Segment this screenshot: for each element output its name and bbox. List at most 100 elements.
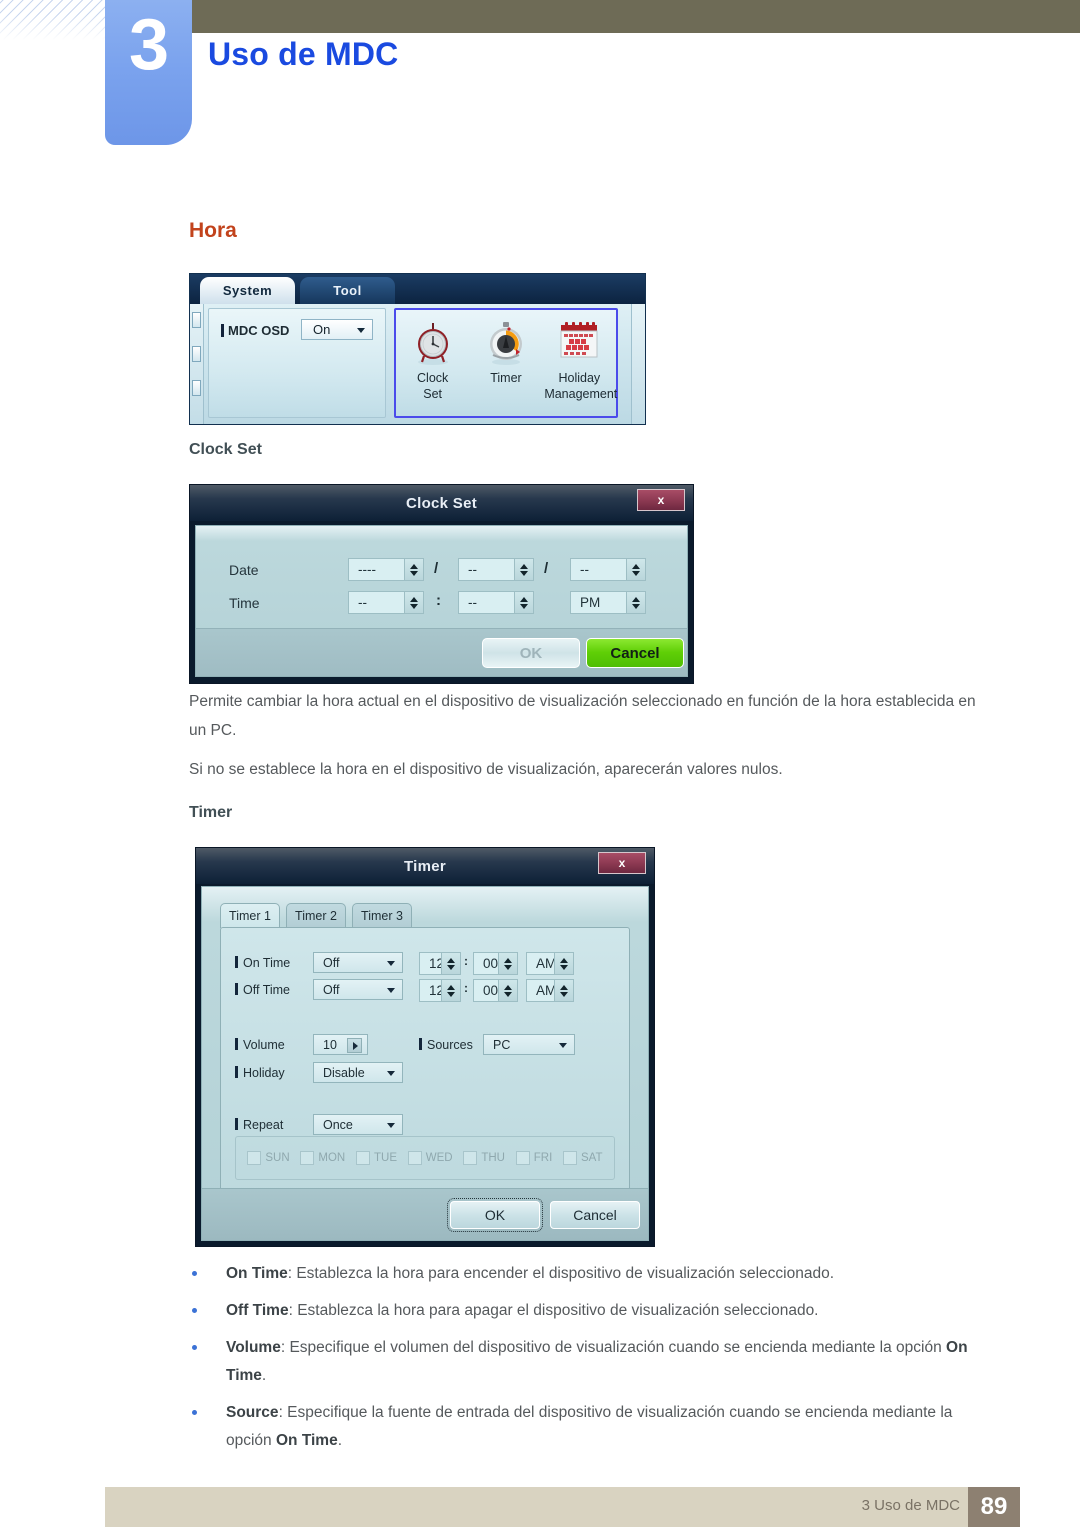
spinner-arrows-icon[interactable] — [441, 953, 460, 974]
tab-timer-2[interactable]: Timer 2 — [286, 903, 346, 928]
checkbox-box[interactable] — [300, 1151, 315, 1165]
chapter-number: 3 — [128, 5, 169, 85]
checkbox-tue[interactable]: TUE — [356, 1151, 397, 1165]
date-year-spinner[interactable]: ---- — [348, 558, 424, 581]
time-meridiem-spinner[interactable]: PM — [570, 591, 646, 614]
bullet-text: : Establezca la hora para apagar el disp… — [288, 1302, 819, 1319]
page-header: 3 Uso de MDC — [0, 0, 1080, 145]
checkbox-box[interactable] — [563, 1151, 578, 1165]
holiday-label: Holiday — [235, 1066, 285, 1080]
close-icon[interactable]: x — [598, 852, 646, 874]
ribbon-right-strip — [631, 304, 645, 424]
checkbox-sun[interactable]: SUN — [247, 1151, 290, 1165]
timer-ok-button[interactable]: OK — [447, 1198, 543, 1232]
checkbox-mon[interactable]: MON — [300, 1151, 345, 1165]
bullet-list: On Time: Establezca la hora para encende… — [189, 1260, 989, 1464]
ribbon-group-time: Clock Set Timer Holiday Management — [394, 308, 618, 418]
spinner-arrows-icon[interactable] — [626, 559, 645, 580]
checkbox-thu[interactable]: THU — [463, 1151, 505, 1165]
spinner-arrows-icon[interactable] — [498, 980, 517, 1001]
chevron-down-icon — [387, 1123, 395, 1128]
off-time-mode-combo[interactable]: Off — [313, 979, 403, 1000]
close-icon[interactable]: x — [637, 489, 685, 511]
spinner-arrows-icon[interactable] — [514, 592, 533, 613]
spinner-arrows-icon[interactable] — [626, 592, 645, 613]
chevron-right-icon[interactable] — [347, 1038, 362, 1053]
timer-cancel-button[interactable]: Cancel — [550, 1201, 640, 1229]
tab-timer-3[interactable]: Timer 3 — [352, 903, 412, 928]
checkbox-box[interactable] — [247, 1151, 262, 1165]
holiday-caption-line1: Holiday — [558, 371, 601, 385]
on-time-minute-spinner[interactable]: 00 — [473, 952, 518, 975]
off-time-meridiem-spinner[interactable]: AM — [526, 979, 574, 1002]
checkbox-wed[interactable]: WED — [407, 1151, 453, 1165]
spinner-arrows-icon[interactable] — [404, 559, 423, 580]
calendar-icon — [544, 317, 614, 369]
holiday-caption-line2: Management — [544, 387, 618, 401]
list-item: Off Time: Establezca la hora para apagar… — [189, 1297, 989, 1325]
spinner-arrows-icon[interactable] — [441, 980, 460, 1001]
footer-chapter-text: 3 Uso de MDC — [861, 1497, 960, 1514]
list-item: Source: Especifique la fuente de entrada… — [189, 1399, 989, 1455]
bullet-dot-icon — [192, 1271, 197, 1276]
date-month-spinner[interactable]: -- — [458, 558, 534, 581]
clock-icon — [398, 317, 468, 369]
mdc-osd-label: MDC OSD — [221, 323, 289, 338]
weekday-checkbox-group: SUN MON TUE WED THU FRI SAT — [235, 1136, 615, 1180]
off-time-separator: : — [464, 981, 468, 995]
bullet-term: Volume — [226, 1339, 281, 1356]
ribbon-button-holiday-management[interactable]: Holiday Management — [544, 317, 618, 401]
timer-dialog: Timer x Timer 1 Timer 2 Timer 3 On Time … — [195, 847, 655, 1247]
chevron-down-icon — [559, 1043, 567, 1048]
ribbon-button-clock-set[interactable]: Clock Set — [398, 317, 468, 401]
ribbon-button-timer[interactable]: Timer — [471, 317, 541, 385]
off-time-hour-spinner[interactable]: 12 — [419, 979, 461, 1002]
date-day-spinner[interactable]: -- — [570, 558, 646, 581]
sources-combo[interactable]: PC — [483, 1034, 575, 1055]
holiday-combo[interactable]: Disable — [313, 1062, 403, 1083]
checkbox-fri[interactable]: FRI — [515, 1151, 552, 1165]
on-time-hour-spinner[interactable]: 12 — [419, 952, 461, 975]
volume-stepper[interactable]: 10 — [313, 1034, 368, 1055]
checkbox-box[interactable] — [515, 1151, 530, 1165]
mdc-osd-combo[interactable]: On — [301, 319, 373, 340]
chapter-tab: 3 — [105, 0, 192, 145]
repeat-combo[interactable]: Once — [313, 1114, 403, 1135]
bullet-text: : Especifique el volumen del dispositivo… — [280, 1339, 947, 1356]
bullet-term: On Time — [226, 1265, 288, 1282]
tab-timer-1[interactable]: Timer 1 — [220, 903, 280, 928]
spinner-arrows-icon[interactable] — [554, 953, 573, 974]
clock-set-dialog: Clock Set x Date ---- / -- / -- Time -- … — [189, 484, 694, 684]
ribbon-tabbar: System Tool — [190, 274, 645, 304]
timer-title: Timer — [403, 857, 447, 875]
clock-set-cancel-button[interactable]: Cancel — [586, 638, 684, 668]
on-time-label: On Time — [235, 956, 290, 970]
checkbox-box[interactable] — [463, 1151, 478, 1165]
timer-icon — [471, 317, 541, 369]
bullet-term-2: On Time — [275, 1432, 338, 1449]
time-hour-spinner[interactable]: -- — [348, 591, 424, 614]
bullet-dot-icon — [192, 1410, 197, 1415]
clock-set-footer: OK Cancel — [196, 628, 687, 676]
tab-system[interactable]: System — [200, 277, 295, 304]
ribbon-left-strip — [190, 304, 204, 424]
spinner-arrows-icon[interactable] — [514, 559, 533, 580]
repeat-label: Repeat — [235, 1118, 283, 1132]
off-time-label: Off Time — [235, 983, 290, 997]
tab-tool[interactable]: Tool — [300, 277, 395, 304]
clock-set-ok-button[interactable]: OK — [482, 638, 580, 668]
header-olive-band — [150, 0, 1080, 33]
list-item: On Time: Establezca la hora para encende… — [189, 1260, 989, 1288]
checkbox-box[interactable] — [407, 1151, 422, 1165]
on-time-meridiem-spinner[interactable]: AM — [526, 952, 574, 975]
time-minute-spinner[interactable]: -- — [458, 591, 534, 614]
off-time-minute-spinner[interactable]: 00 — [473, 979, 518, 1002]
spinner-arrows-icon[interactable] — [498, 953, 517, 974]
checkbox-sat[interactable]: SAT — [563, 1151, 603, 1165]
spinner-arrows-icon[interactable] — [404, 592, 423, 613]
section-heading-hora: Hora — [189, 219, 237, 242]
on-time-mode-combo[interactable]: Off — [313, 952, 403, 973]
checkbox-box[interactable] — [356, 1151, 370, 1165]
volume-label: Volume — [235, 1038, 285, 1052]
spinner-arrows-icon[interactable] — [554, 980, 573, 1001]
